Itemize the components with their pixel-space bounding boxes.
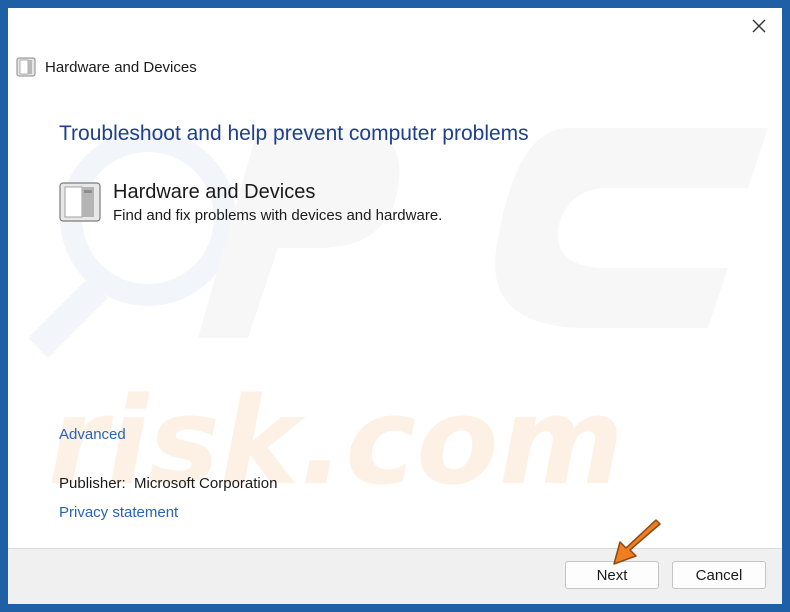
pointer-arrow-icon bbox=[613, 519, 661, 565]
item-description: Find and fix problems with devices and h… bbox=[113, 207, 443, 224]
troubleshooter-item: Hardware and Devices Find and fix proble… bbox=[59, 180, 442, 227]
item-title: Hardware and Devices bbox=[113, 181, 316, 203]
close-icon bbox=[752, 19, 766, 33]
close-button[interactable] bbox=[736, 8, 782, 44]
privacy-statement-link[interactable]: Privacy statement bbox=[59, 504, 178, 521]
window-title: Hardware and Devices bbox=[45, 58, 197, 76]
advanced-link[interactable]: Advanced bbox=[59, 426, 126, 443]
hardware-device-icon bbox=[59, 182, 101, 222]
hardware-device-icon bbox=[16, 57, 36, 77]
title-bar bbox=[8, 8, 782, 44]
wizard-header: Hardware and Devices bbox=[16, 56, 197, 78]
publisher-label: Publisher: bbox=[59, 475, 126, 492]
publisher-value: Microsoft Corporation bbox=[134, 475, 278, 492]
page-title: Troubleshoot and help prevent computer p… bbox=[59, 122, 529, 145]
cancel-button[interactable]: Cancel bbox=[672, 561, 766, 589]
troubleshooter-window: risk.com Hardware and Devices Troublesho… bbox=[8, 8, 782, 604]
publisher-info: Publisher: Microsoft Corporation bbox=[59, 475, 277, 492]
watermark-graphic: risk.com bbox=[28, 128, 768, 512]
